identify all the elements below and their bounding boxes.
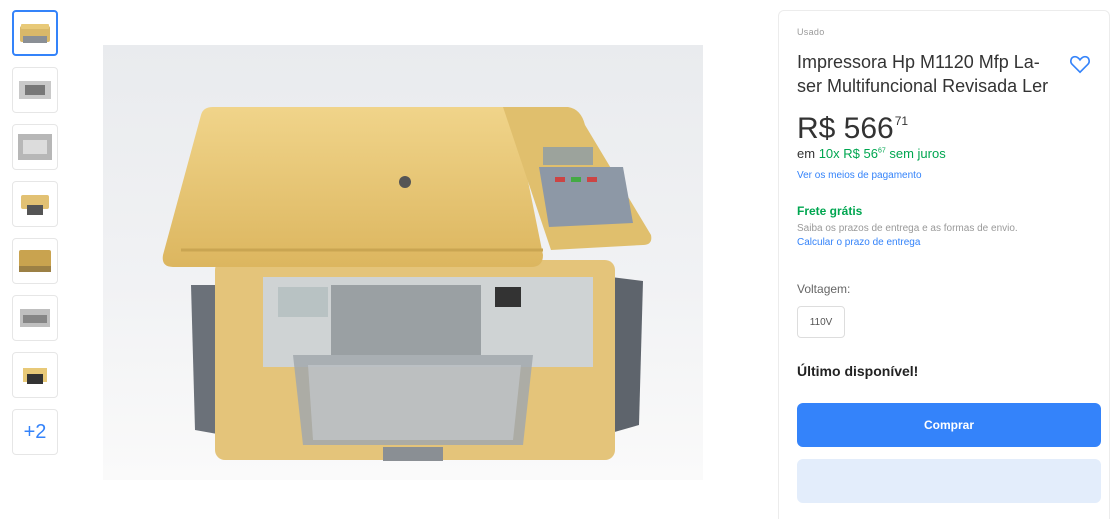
payment-methods-link[interactable]: Ver os meios de pagamento — [797, 170, 1091, 181]
printer-photo-icon — [19, 81, 51, 99]
main-product-image[interactable] — [103, 45, 703, 480]
condition-label: Usado — [797, 27, 825, 37]
price-whole: R$ 566 — [797, 112, 894, 145]
buy-button[interactable]: Comprar — [797, 403, 1101, 447]
printer-photo-icon — [19, 250, 51, 272]
printer-photo-icon — [21, 195, 49, 215]
printer-photo-icon — [20, 24, 50, 43]
installments: em 10x R$ 5667 sem juros — [797, 146, 1091, 161]
thumbnail-5[interactable] — [12, 238, 58, 284]
shipping-title: Frete grátis — [797, 204, 863, 218]
printer-photo-icon — [18, 134, 52, 160]
thumbnail-4[interactable] — [12, 181, 58, 227]
price-cents: 71 — [894, 114, 909, 128]
calculate-shipping-link[interactable]: Calcular o prazo de entrega — [797, 237, 1091, 248]
heart-icon[interactable] — [1069, 54, 1091, 74]
printer-photo-icon — [20, 309, 50, 327]
thumbnail-3[interactable] — [12, 124, 58, 170]
printer-photo-icon — [23, 368, 47, 384]
thumbnail-2[interactable] — [12, 67, 58, 113]
installments-prefix: em — [797, 146, 816, 161]
product-page: +2 Usado Impressora Hp M1120 Mfp La-ser … — [0, 0, 1115, 519]
installments-value: 10x R$ 5667 sem juros — [818, 146, 946, 161]
stock-status: Último disponível! — [797, 363, 919, 379]
voltage-label: Voltagem: — [797, 282, 851, 296]
printer-photo — [103, 45, 703, 480]
shipping-subtitle: Saiba os prazos de entrega e as formas d… — [797, 223, 1018, 234]
buy-box: Usado Impressora Hp M1120 Mfp La-ser Mul… — [778, 10, 1110, 519]
title-row: Impressora Hp M1120 Mfp La-ser Multifunc… — [797, 50, 1091, 98]
thumbnail-6[interactable] — [12, 295, 58, 341]
thumbnail-gallery: +2 — [12, 10, 60, 466]
price: R$ 566 71 — [797, 112, 1091, 146]
thumbnail-7[interactable] — [12, 352, 58, 398]
thumbnail-1[interactable] — [12, 10, 58, 56]
add-to-cart-button[interactable] — [797, 459, 1101, 503]
more-photos-button[interactable]: +2 — [12, 409, 58, 455]
voltage-option-110v[interactable]: 110V — [797, 306, 845, 338]
product-title: Impressora Hp M1120 Mfp La-ser Multifunc… — [797, 52, 1049, 96]
